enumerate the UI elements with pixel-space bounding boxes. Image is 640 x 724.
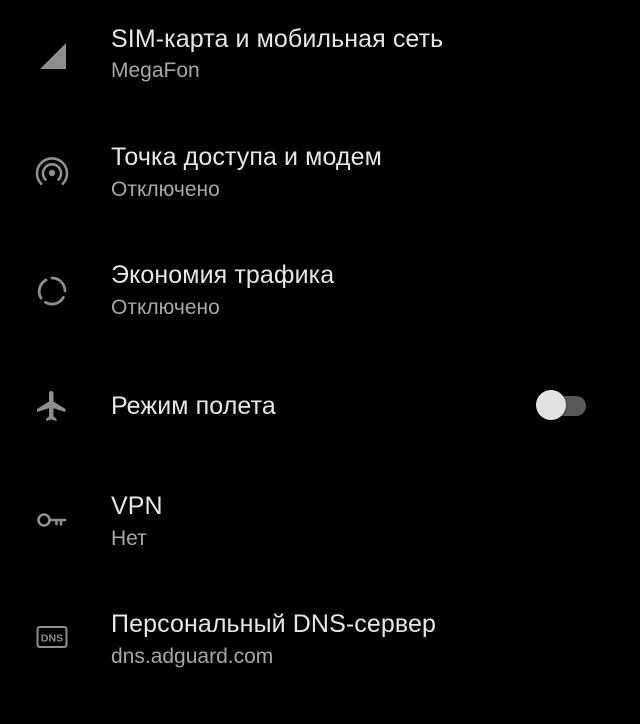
private-dns-item-title: Персональный DNS-сервер — [111, 610, 436, 638]
airplane-mode-item[interactable]: Режим полета — [0, 354, 640, 472]
hotspot-and-tethering-item[interactable]: Точка доступа и модем Отключено — [0, 118, 640, 236]
private-dns-item-subtitle: dns.adguard.com — [111, 645, 274, 668]
hotspot-item-subtitle: Отключено — [111, 178, 220, 201]
cellular-signal-icon — [34, 37, 70, 73]
hotspot-item-title: Точка доступа и модем — [111, 143, 382, 171]
hotspot-icon — [34, 155, 70, 191]
airplane-mode-toggle[interactable] — [536, 388, 590, 422]
dns-icon: DNS — [34, 619, 70, 655]
dns-icon-text: DNS — [41, 633, 63, 645]
key-icon — [34, 502, 70, 538]
sim-item-subtitle: MegaFon — [111, 59, 200, 82]
private-dns-item[interactable]: DNS Персональный DNS-сервер dns.adguard.… — [0, 590, 640, 708]
data-saver-icon — [34, 273, 70, 309]
vpn-item-title: VPN — [111, 492, 163, 520]
sim-item-title: SIM-карта и мобильная сеть — [111, 25, 444, 53]
vpn-item[interactable]: VPN Нет — [0, 472, 640, 590]
toggle-thumb — [536, 390, 566, 420]
data-saver-item[interactable]: Экономия трафика Отключено — [0, 236, 640, 354]
data-saver-item-title: Экономия трафика — [111, 261, 335, 289]
data-saver-item-subtitle: Отключено — [111, 296, 220, 319]
airplane-mode-item-title: Режим полета — [111, 392, 276, 420]
vpn-item-subtitle: Нет — [111, 527, 147, 550]
network-settings-list: SIM-карта и мобильная сеть MegaFon Точка… — [0, 0, 640, 724]
airplane-icon — [34, 388, 70, 424]
sim-and-mobile-network-item[interactable]: SIM-карта и мобильная сеть MegaFon — [0, 0, 640, 118]
